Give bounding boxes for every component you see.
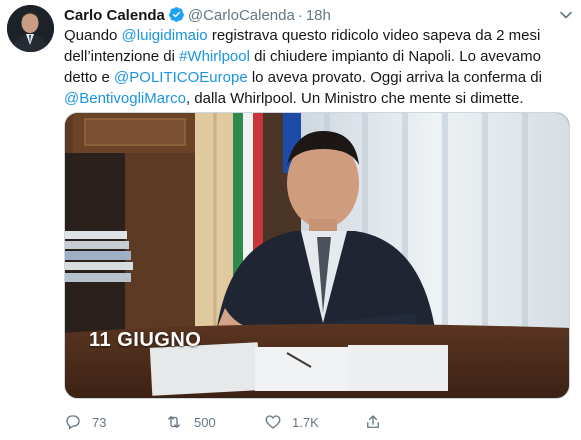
tweet-text-segment: , dalla Whirlpool. Un Ministro che mente… — [185, 90, 524, 107]
like-button[interactable]: 1.7K — [264, 413, 319, 431]
reply-count: 73 — [92, 414, 107, 430]
tweet-text-segment: Quando — [64, 27, 122, 44]
video-player[interactable]: 11 GIUGNO — [64, 112, 570, 399]
like-count: 1.7K — [292, 414, 319, 430]
hashtag-link[interactable]: #Whirlpool — [179, 48, 250, 65]
video-caption: 11 GIUGNO — [89, 329, 202, 351]
author-handle[interactable]: @CarloCalenda — [188, 7, 295, 24]
tweet-text: Quando @luigidimaio registrava questo ri… — [64, 25, 569, 109]
share-button[interactable] — [364, 413, 382, 431]
reply-button[interactable]: 73 — [64, 413, 106, 431]
tweet-timestamp[interactable]: 18h — [306, 7, 331, 24]
tweet-actions: 73 500 1.7K — [64, 413, 564, 435]
avatar[interactable] — [7, 5, 54, 52]
video-frame — [65, 113, 569, 398]
header-separator: · — [297, 7, 303, 24]
mention-link[interactable]: @BentivogliMarco — [64, 90, 186, 107]
reply-icon — [64, 413, 82, 431]
tweet[interactable]: Carlo Calenda @CarloCalenda · 18h Quando @l… — [0, 0, 581, 440]
author-name[interactable]: Carlo Calenda — [64, 7, 165, 24]
share-icon — [364, 413, 382, 431]
tweet-text-segment: lo aveva provato. Oggi arriva la conferm… — [247, 69, 542, 86]
heart-icon — [264, 413, 282, 431]
retweet-icon — [164, 413, 184, 431]
mention-link[interactable]: @luigidimaio — [122, 27, 208, 44]
mention-link[interactable]: @POLITICOEurope — [114, 69, 248, 86]
retweet-count: 500 — [194, 414, 216, 430]
retweet-button[interactable]: 500 — [164, 413, 216, 431]
